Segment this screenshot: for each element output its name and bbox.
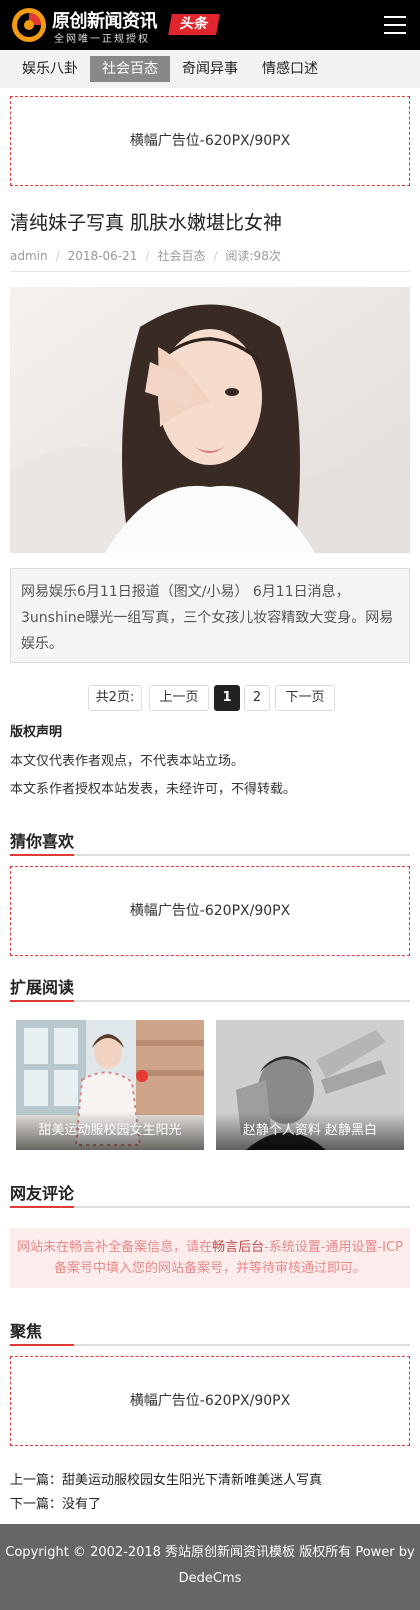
site-header: 原创新闻资讯 全网唯一正规授权 头条: [0, 0, 420, 50]
page-2-button[interactable]: 2: [244, 685, 270, 711]
next-page-button[interactable]: 下一页: [275, 685, 335, 711]
copyright-line-2: 本文系作者授权本站发表，未经许可，不得转载。: [10, 782, 297, 797]
changyan-admin-link[interactable]: 畅言后台: [212, 1240, 264, 1255]
logo-icon[interactable]: [10, 6, 48, 44]
next-article-value: 没有了: [62, 1497, 102, 1512]
notice-text-1: 网站未在畅言补全备案信息，请在: [17, 1240, 213, 1255]
section-underline: [10, 1000, 410, 1002]
extended-card-2-caption[interactable]: 赵静个人资料 赵静黑白: [216, 1112, 404, 1150]
hamburger-menu-icon[interactable]: [384, 16, 406, 34]
pagination-total: 共2页:: [88, 685, 142, 711]
site-footer: Copyright © 2002-2018 秀站原创新闻资讯模板 版权所有 Po…: [0, 1524, 420, 1610]
article-photo: [10, 287, 410, 553]
section-title-extended: 扩展阅读: [10, 978, 75, 997]
section-underline: [10, 854, 410, 856]
nav-item-entertainment[interactable]: 娱乐八卦: [12, 56, 88, 82]
comments-notice: 网站未在畅言补全备案信息，请在畅言后台-系统设置-通用设置-ICP备案号中填入您…: [10, 1228, 410, 1288]
logo-badge: 头条: [168, 14, 220, 35]
section-underline: [10, 1206, 410, 1208]
prev-article: 上一篇：甜美运动服校园女生阳光下清新唯美迷人写真: [10, 1469, 322, 1488]
next-article: 下一篇：没有了: [10, 1493, 101, 1512]
prev-page-button[interactable]: 上一页: [149, 685, 209, 711]
nav-item-oddities[interactable]: 奇闻异事: [172, 56, 248, 82]
article-title: 清纯妹子写真 肌肤水嫩堪比女神: [10, 212, 283, 234]
section-title-focus: 聚焦: [10, 1322, 43, 1341]
page-1-button[interactable]: 1: [214, 685, 240, 711]
copyright-heading: 版权声明: [10, 725, 63, 740]
section-underline: [10, 1344, 410, 1346]
copyright-line-1: 本文仅代表作者观点，不代表本站立场。: [10, 754, 245, 769]
nav-item-society[interactable]: 社会百态: [90, 56, 170, 82]
logo-subtitle: 全网唯一正规授权: [54, 34, 150, 45]
nav-item-emotion[interactable]: 情感口述: [252, 56, 328, 82]
prev-article-link[interactable]: 甜美运动服校园女生阳光下清新唯美迷人写真: [62, 1473, 322, 1488]
extended-card-2[interactable]: 赵静个人资料 赵静黑白: [216, 1020, 404, 1150]
footer-copyright: Copyright © 2002-2018 秀站原创新闻资讯模板 版权所有 Po…: [5, 1545, 415, 1586]
article-views: 阅读:98次: [225, 249, 281, 263]
category-nav: 娱乐八卦 社会百态 奇闻异事 情感口述: [0, 50, 420, 88]
banner-ad-focus[interactable]: 横幅广告位-620PX/90PX: [10, 1356, 410, 1446]
banner-ad-guess[interactable]: 横幅广告位-620PX/90PX: [10, 866, 410, 956]
prev-article-label: 上一篇：: [10, 1473, 63, 1488]
extended-card-1[interactable]: 甜美运动服校园女生阳光: [16, 1020, 204, 1150]
section-title-comments: 网友评论: [10, 1184, 75, 1203]
article-summary: 网易娱乐6月11日报道（图文/小易） 6月11日消息，3unshine曝光一组写…: [10, 568, 410, 663]
section-title-guess: 猜你喜欢: [10, 832, 75, 851]
extended-card-1-caption[interactable]: 甜美运动服校园女生阳光: [16, 1112, 204, 1150]
next-article-label: 下一篇：: [10, 1497, 63, 1512]
banner-ad-top[interactable]: 横幅广告位-620PX/90PX: [10, 96, 410, 186]
divider: [10, 271, 410, 272]
article-author[interactable]: admin: [10, 249, 48, 263]
article-meta: admin/2018-06-21/社会百态 / 阅读:98次: [10, 249, 281, 263]
article-category[interactable]: 社会百态: [157, 249, 205, 263]
article-date: 2018-06-21: [67, 249, 138, 263]
